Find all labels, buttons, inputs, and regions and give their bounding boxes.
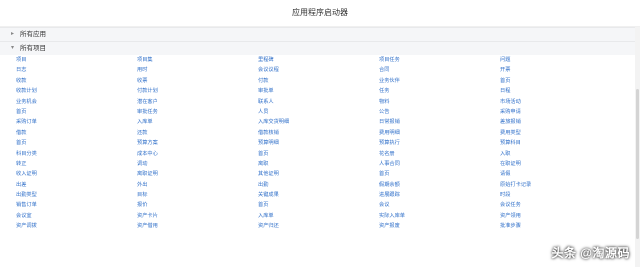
app-item-link[interactable]: 采购订单	[16, 117, 137, 127]
app-item-link[interactable]: 科目分类	[16, 149, 137, 159]
app-item-link[interactable]: 进展跟踪	[379, 190, 500, 200]
app-item-link[interactable]: 联系人	[258, 97, 379, 107]
app-item-link[interactable]: 入库单	[258, 211, 379, 221]
app-item-link[interactable]: 会议任务	[500, 200, 621, 210]
app-item-link[interactable]: 首页	[379, 169, 500, 179]
app-item-link[interactable]: 其他证明	[258, 169, 379, 179]
chevron-right-icon[interactable]: ▸	[11, 28, 14, 41]
app-item-link[interactable]: 业务伙伴	[379, 76, 500, 86]
app-item-link[interactable]: 付款	[258, 76, 379, 86]
app-item-link[interactable]: 借款核销	[258, 128, 379, 138]
app-item-link[interactable]: 请假	[500, 169, 621, 179]
app-item-link[interactable]: 采购申请	[500, 107, 621, 117]
app-item-link[interactable]: 入库单	[137, 117, 258, 127]
app-item-link[interactable]: 原始打卡记录	[500, 180, 621, 190]
app-item-link[interactable]: 日常报销	[379, 117, 500, 127]
app-item-link[interactable]: 入库交货明细	[258, 117, 379, 127]
app-item-link[interactable]: 外出	[137, 180, 258, 190]
app-item-link[interactable]: 资产借用	[137, 221, 258, 231]
app-item-link[interactable]: 出差	[16, 180, 137, 190]
app-item-link[interactable]: 会议室	[16, 211, 137, 221]
app-item-link[interactable]: 预算科目	[500, 138, 621, 148]
app-item-link[interactable]: 目标	[137, 190, 258, 200]
app-item-link[interactable]: 出勤类型	[16, 190, 137, 200]
app-item-link[interactable]: 资产调拨	[16, 221, 137, 231]
app-item-link[interactable]: 项目任务	[379, 55, 500, 65]
app-item-link[interactable]: 首页	[258, 200, 379, 210]
app-item-link[interactable]: 里程碑	[258, 55, 379, 65]
app-item-link[interactable]: 收款计划	[16, 86, 137, 96]
app-item-link[interactable]: 差旅报销	[500, 117, 621, 127]
app-item-link[interactable]: 首页	[258, 149, 379, 159]
app-item-link[interactable]: 审批单	[258, 86, 379, 96]
app-item-link[interactable]: 项目集	[137, 55, 258, 65]
app-item-link[interactable]: 收票	[137, 76, 258, 86]
app-item-link[interactable]: 日志	[16, 65, 137, 75]
app-item-link[interactable]: 首页	[16, 107, 137, 117]
app-item-link[interactable]: 项目	[16, 55, 137, 65]
app-item-link[interactable]: 开票	[500, 65, 621, 75]
app-item-link[interactable]: 日程	[500, 86, 621, 96]
app-item-link[interactable]: 报价	[137, 200, 258, 210]
app-item-link[interactable]: 借款	[16, 128, 137, 138]
app-item-link[interactable]: 收入证明	[16, 169, 137, 179]
app-item-link[interactable]: 潜在客户	[137, 97, 258, 107]
watermark: 头条 @淘源码	[551, 246, 630, 260]
app-item-link[interactable]: 费用类型	[500, 128, 621, 138]
section-all-apps[interactable]: ▸ 所有应用	[0, 27, 640, 41]
app-item-grid: 项目 项目集 里程碑 项目任务 问题 日志 用时 会议议程 合同 开票 收款 收票 付款 业务伙伴 首页 收款…	[16, 55, 626, 232]
chevron-down-icon[interactable]: ▾	[11, 42, 14, 55]
app-item-link[interactable]: 收款	[16, 76, 137, 86]
app-item-link[interactable]: 成本中心	[137, 149, 258, 159]
app-item-link[interactable]: 销售订单	[16, 200, 137, 210]
app-item-link[interactable]: 资产卡片	[137, 211, 258, 221]
app-item-link[interactable]: 用时	[137, 65, 258, 75]
app-item-link[interactable]: 离职证明	[137, 169, 258, 179]
app-item-link[interactable]: 审批任务	[137, 107, 258, 117]
app-item-link[interactable]: 入职	[500, 149, 621, 159]
app-item-link[interactable]: 公告	[379, 107, 500, 117]
app-item-link[interactable]: 关键成果	[258, 190, 379, 200]
app-item-link[interactable]: 人事合同	[379, 159, 500, 169]
app-item-link[interactable]: 实际入库单	[379, 211, 500, 221]
app-item-link[interactable]: 在职证明	[500, 159, 621, 169]
app-item-link[interactable]: 时段	[500, 190, 621, 200]
app-item-link[interactable]: 会议	[379, 200, 500, 210]
app-item-link[interactable]: 任务	[379, 86, 500, 96]
app-item-link[interactable]: 人员	[258, 107, 379, 117]
app-item-link[interactable]: 费用明细	[379, 128, 500, 138]
app-item-link[interactable]: 花名册	[379, 149, 500, 159]
app-item-link[interactable]: 预算执行	[379, 138, 500, 148]
app-item-link[interactable]: 问题	[500, 55, 621, 65]
app-item-link[interactable]: 还款	[137, 128, 258, 138]
app-item-link[interactable]: 首页	[16, 138, 137, 148]
section-label: 所有应用	[20, 31, 46, 38]
dialog-title: 应用程序启动器	[0, 0, 640, 27]
section-label: 所有项目	[20, 45, 46, 52]
app-item-link[interactable]: 预算方案	[137, 138, 258, 148]
app-item-link[interactable]: 市场活动	[500, 97, 621, 107]
app-item-link[interactable]: 假期余额	[379, 180, 500, 190]
app-item-link[interactable]: 调动	[137, 159, 258, 169]
app-item-link[interactable]: 离职	[258, 159, 379, 169]
app-item-link[interactable]: 资产领用	[500, 211, 621, 221]
app-item-link[interactable]: 业务机会	[16, 97, 137, 107]
app-item-link[interactable]: 批准步骤	[500, 221, 621, 231]
app-item-link[interactable]: 付款计划	[137, 86, 258, 96]
app-item-link[interactable]: 资产报废	[379, 221, 500, 231]
scrollbar-track[interactable]	[635, 27, 640, 267]
app-item-link[interactable]: 预算明细	[258, 138, 379, 148]
app-item-link[interactable]: 合同	[379, 65, 500, 75]
section-all-items[interactable]: ▾ 所有项目	[0, 41, 640, 55]
app-item-link[interactable]: 资产归还	[258, 221, 379, 231]
app-item-link[interactable]: 会议议程	[258, 65, 379, 75]
app-item-link[interactable]: 转正	[16, 159, 137, 169]
app-item-link[interactable]: 物料	[379, 97, 500, 107]
app-item-link[interactable]: 首页	[500, 76, 621, 86]
app-item-link[interactable]: 出勤	[258, 180, 379, 190]
scrollbar-thumb[interactable]	[636, 89, 639, 239]
